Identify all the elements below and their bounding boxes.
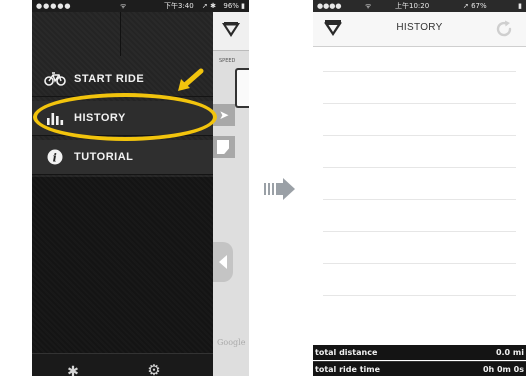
drawer-handle[interactable] [213, 242, 233, 282]
signal-indicator: ●●●● [317, 2, 342, 10]
total-ride-time-value: 0h 0m 0s [482, 365, 524, 374]
left-phone-screen: ●●●●● ᯤ 下午3:40 ➚ ✱ 96% ▮ START RIDE HIST… [32, 0, 249, 376]
status-time: 下午3:40 [164, 2, 194, 10]
refresh-icon[interactable] [494, 19, 514, 39]
signal-indicator: ●●●●● [36, 2, 72, 10]
menu-item-label: TUTORIAL [74, 151, 134, 163]
total-distance-row: total distance 0.0 mi [313, 345, 526, 360]
menu-item-tutorial[interactable]: i TUTORIAL [32, 140, 213, 175]
drawer-empty-area [32, 177, 213, 353]
tutorial-canvas: ●●●●● ᯤ 下午3:40 ➚ ✱ 96% ▮ START RIDE HIST… [0, 0, 526, 385]
history-highlight-ellipse [33, 93, 217, 141]
info-icon: i [40, 149, 70, 165]
status-time: 上午10:20 [395, 2, 430, 10]
battery-indicator: ▮ [518, 2, 522, 10]
drawer-top-area [32, 12, 213, 56]
list-item [323, 103, 516, 104]
speed-panel [235, 68, 249, 108]
list-item [323, 135, 516, 136]
status-location: ➚ 67% [463, 2, 487, 10]
side-drawer: START RIDE HISTORY i TUTORIAL ✱ ⚙ [32, 12, 213, 376]
speed-label: SPEED [219, 58, 236, 64]
status-bar: ●●●●● ᯤ 下午3:40 ➚ ✱ 96% ▮ [32, 0, 249, 12]
wifi-icon: ᯤ [365, 2, 372, 10]
svg-text:i: i [53, 152, 58, 165]
right-phone-screen: ●●●● ᯤ 上午10:20 ➚ 67% ▮ HISTORY total dis… [313, 0, 526, 376]
status-bar: ●●●● ᯤ 上午10:20 ➚ 67% ▮ [313, 0, 526, 12]
note-icon[interactable] [213, 136, 235, 158]
ride-screen-peek[interactable]: SPEED ➤ Google [213, 12, 249, 376]
battery-indicator: 96% ▮ [223, 2, 245, 10]
status-bluetooth: ➚ ✱ [202, 2, 216, 10]
total-ride-time-label: total ride time [315, 365, 381, 374]
total-distance-label: total distance [315, 348, 378, 357]
wifi-icon: ᯤ [120, 2, 127, 10]
list-item [323, 199, 516, 200]
google-watermark: Google [217, 338, 246, 347]
list-item [323, 295, 516, 296]
brand-logo-icon [222, 22, 240, 37]
total-distance-value: 0.0 mi [495, 348, 524, 357]
menu-item-label: START RIDE [74, 73, 145, 85]
list-item [323, 263, 516, 264]
list-item [323, 231, 516, 232]
pointer-arrow-icon [178, 68, 204, 91]
history-list[interactable] [313, 47, 526, 344]
bicycle-icon [40, 72, 70, 86]
bluetooth-icon[interactable]: ✱ [66, 363, 80, 376]
list-item [323, 71, 516, 72]
transition-arrow-icon [264, 178, 295, 200]
peek-header [213, 12, 249, 51]
history-header: HISTORY [313, 12, 526, 47]
list-item [323, 167, 516, 168]
total-ride-time-row: total ride time 0h 0m 0s [313, 361, 526, 376]
gear-icon[interactable]: ⚙ [145, 362, 163, 376]
drawer-bottom-bar: ✱ ⚙ [32, 353, 213, 376]
